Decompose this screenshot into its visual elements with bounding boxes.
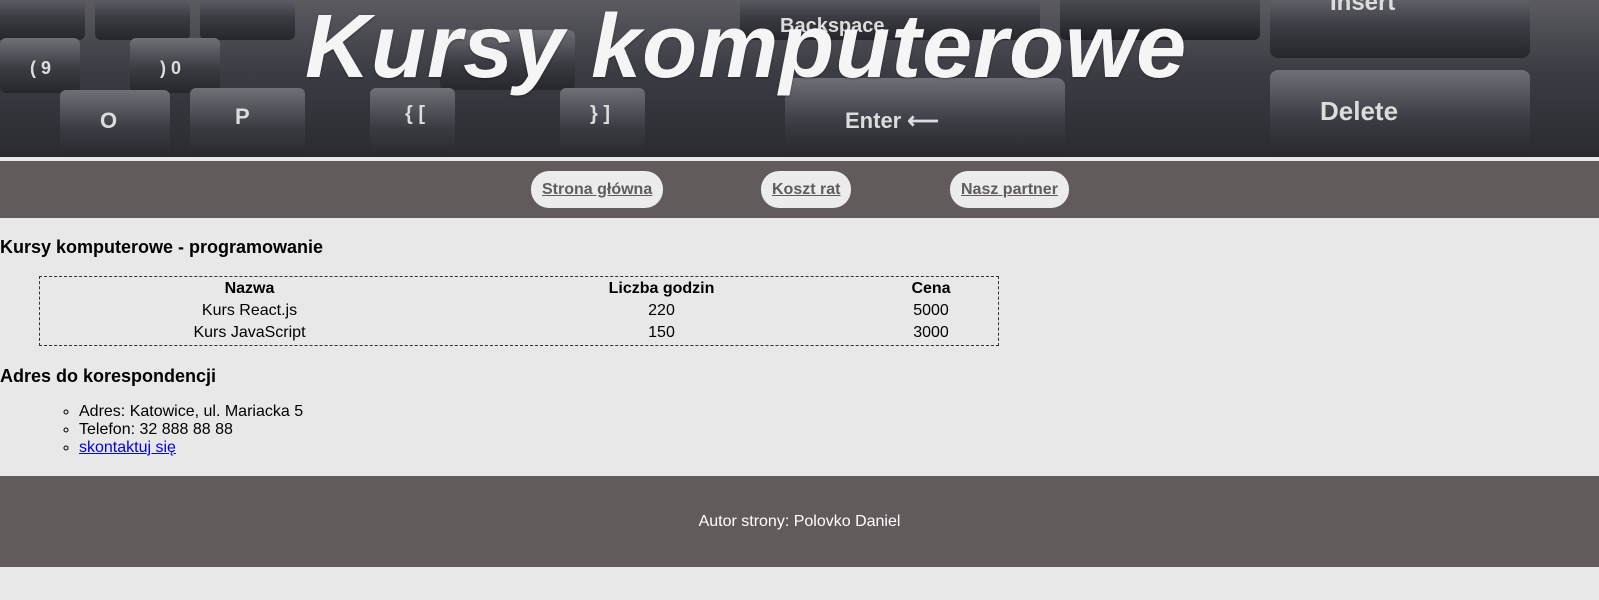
- course-name-cell: Kurs React.js: [201, 302, 298, 319]
- table-row: Kurs JavaScript 150 3000: [42, 323, 996, 343]
- nav-link-home[interactable]: Strona główna: [531, 171, 664, 208]
- contact-link-item: skontaktuj się: [79, 439, 303, 457]
- footer-author-text: Autor strony: Polovko Daniel: [698, 513, 901, 530]
- brace-key-label: { [: [405, 103, 425, 125]
- header-banner: Backspace Insert Enter ⟵ Delete O P { [ …: [0, 0, 1599, 157]
- close-brace-key-label: } ]: [590, 103, 610, 125]
- course-hours-cell: 150: [648, 324, 675, 341]
- main-content: Kursy komputerowe - programowanie Nazwa …: [0, 218, 1599, 476]
- table-header-row: Nazwa Liczba godzin Cena: [42, 279, 996, 299]
- column-header-name: Nazwa: [224, 280, 275, 297]
- course-price-cell: 5000: [913, 302, 949, 319]
- zero-key-label: ) 0: [160, 58, 181, 78]
- o-key-label: O: [100, 108, 117, 133]
- p-key-label: P: [235, 104, 250, 129]
- courses-heading: Kursy komputerowe - programowanie: [0, 237, 324, 257]
- contact-us-link[interactable]: skontaktuj się: [79, 439, 176, 456]
- page-footer: Autor strony: Polovko Daniel: [0, 476, 1599, 567]
- banner-title: Kursy komputerowe: [305, 0, 1188, 97]
- contact-phone-item: Telefon: 32 888 88 88: [79, 421, 303, 439]
- enter-key-label: Enter ⟵: [845, 108, 939, 133]
- nav-link-installment-cost[interactable]: Koszt rat: [761, 171, 852, 208]
- nine-key-label: ( 9: [30, 58, 51, 78]
- courses-table: Nazwa Liczba godzin Cena Kurs React.js 2…: [39, 276, 999, 346]
- address-heading: Adres do korespondencji: [0, 366, 217, 386]
- delete-key-label: Delete: [1320, 96, 1398, 126]
- insert-key-label: Insert: [1330, 0, 1395, 16]
- main-navigation: Strona główna Koszt rat Nasz partner: [0, 161, 1599, 218]
- course-hours-cell: 220: [648, 302, 675, 319]
- course-price-cell: 3000: [913, 324, 949, 341]
- column-header-hours: Liczba godzin: [608, 280, 715, 297]
- contact-list: Adres: Katowice, ul. Mariacka 5 Telefon:…: [40, 403, 303, 457]
- contact-address-item: Adres: Katowice, ul. Mariacka 5: [79, 403, 303, 421]
- nav-link-partner[interactable]: Nasz partner: [950, 171, 1069, 208]
- course-name-cell: Kurs JavaScript: [193, 324, 306, 341]
- table-row: Kurs React.js 220 5000: [42, 301, 996, 321]
- column-header-price: Cena: [911, 280, 951, 297]
